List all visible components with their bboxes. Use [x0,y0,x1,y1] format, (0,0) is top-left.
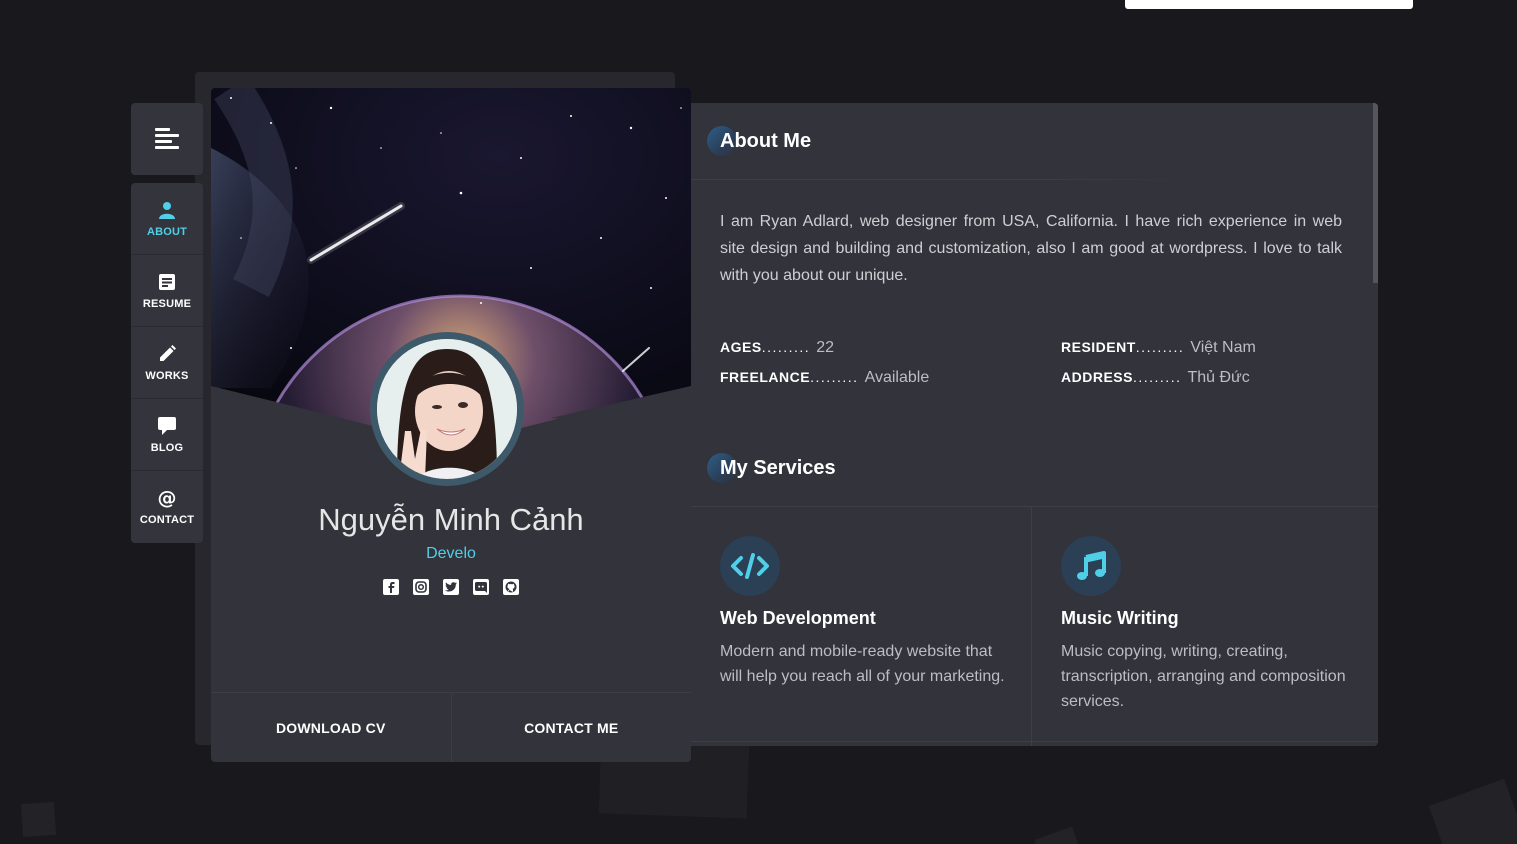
service-name: Music Writing [1061,608,1179,628]
decorative-square [1034,826,1086,844]
about-text: I am Ryan Adlard, web designer from USA,… [720,213,1342,284]
profile-card: Nguyễn Minh Cảnh Develo DOWNLOAD CV CONT… [211,88,691,762]
nav-item-works[interactable]: WORKS [131,327,203,399]
service-desc: Music copying, writing, creating, transc… [1061,643,1346,710]
decorative-square [20,801,57,838]
divider [1031,507,1032,746]
code-icon [720,536,780,596]
menu-button[interactable] [131,103,203,175]
person-icon [158,200,176,220]
nav-label: ABOUT [146,225,188,238]
contact-me-button[interactable]: CONTACT ME [452,693,692,762]
info-resident: RESIDENT......... Việt Nam [1061,339,1256,356]
profile-name: Nguyễn Minh Cảnh [318,502,584,537]
nav-item-about[interactable]: ABOUT [131,183,203,255]
nav-label: CONTACT [139,514,195,526]
about-title: About Me [720,130,812,152]
nav-label: BLOG [150,441,184,454]
avatar [370,332,524,486]
decorative-square [1428,778,1517,844]
download-cv-button[interactable]: DOWNLOAD CV [211,693,452,762]
nav-label: RESUME [142,297,192,310]
card-actions: DOWNLOAD CV CONTACT ME [211,692,691,762]
avatar-photo [377,339,517,479]
at-icon: @ [157,486,177,509]
services-grid: Web Development Modern and mobile-ready … [691,506,1378,746]
github-icon[interactable] [503,579,519,595]
scrollbar-thumb[interactable] [1373,103,1378,283]
service-desc: Modern and mobile-ready website that wil… [720,643,1005,685]
service-name: Web Development [720,608,876,628]
info-ages: AGES......... 22 [720,339,834,356]
top-search-bar[interactable] [1125,0,1413,9]
profile-subtitle: Develo [426,545,476,562]
divider [691,741,1378,742]
menu-icon [155,128,179,150]
info-address: ADDRESS......... Thủ Đức [1061,369,1250,386]
resume-icon [158,272,176,292]
side-nav: ABOUT RESUME WORKS BLOG @ CONTACT [131,183,203,543]
nav-item-contact[interactable]: @ CONTACT [131,471,203,543]
divider [691,179,1191,180]
facebook-icon[interactable] [383,579,399,595]
info-freelance: FREELANCE......... Available [720,369,930,386]
social-links [211,579,691,595]
instagram-icon[interactable] [413,579,429,595]
nav-label: WORKS [145,369,189,382]
chat-icon [158,416,176,436]
services-title: My Services [720,457,836,479]
content-panel: About Me I am Ryan Adlard, web designer … [691,103,1378,746]
pencil-icon [158,344,176,364]
twitter-icon[interactable] [443,579,459,595]
discord-icon[interactable] [473,579,489,595]
nav-item-blog[interactable]: BLOG [131,399,203,471]
nav-item-resume[interactable]: RESUME [131,255,203,327]
music-note-icon [1061,536,1121,596]
